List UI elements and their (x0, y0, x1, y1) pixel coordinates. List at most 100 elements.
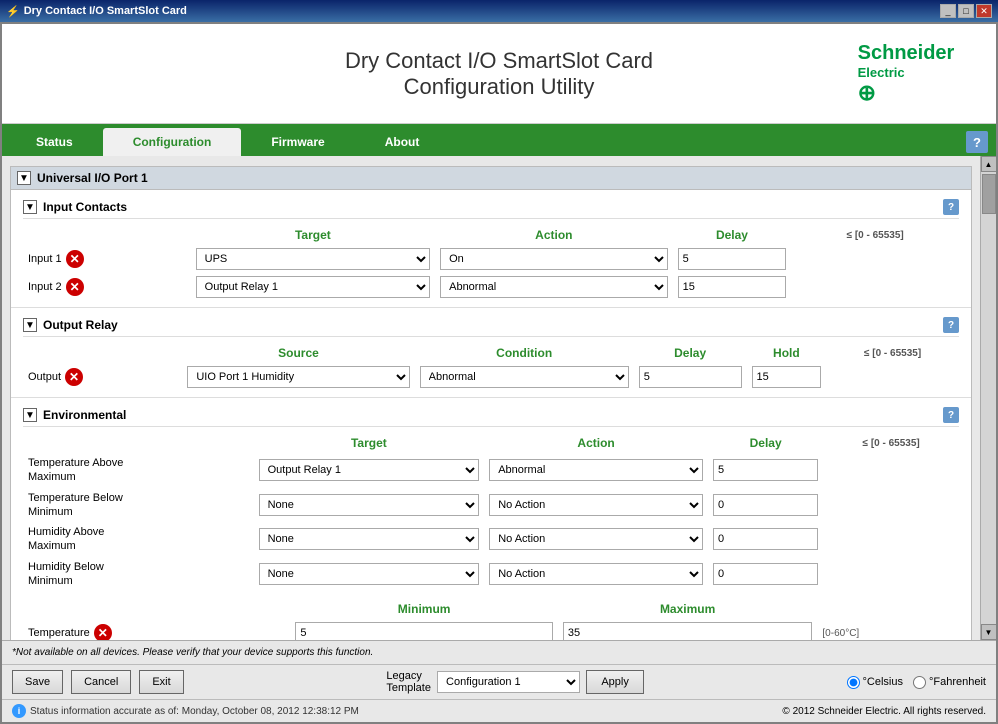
output-col-range: ≤ [0 - 65535] (826, 343, 959, 363)
status-info: i Status information accurate as of: Mon… (12, 704, 359, 718)
env-temp-above-label: Temperature AboveMaximum (23, 453, 254, 488)
input-contacts-header: ▼ Input Contacts ? (23, 196, 959, 219)
env-hum-below-row: Humidity BelowMinimum Output Relay 1 UPS… (23, 557, 959, 592)
info-icon: i (12, 704, 26, 718)
environmental-header: ▼ Environmental ? (23, 404, 959, 427)
app-title-line1: Dry Contact I/O SmartSlot Card (345, 48, 653, 73)
environmental-title: Environmental (43, 408, 126, 422)
output-col-empty (23, 343, 182, 363)
output-relay-help[interactable]: ? (943, 317, 959, 333)
app-icon: ⚡ (6, 5, 20, 18)
scrollbar-down-button[interactable]: ▼ (981, 624, 997, 640)
output-hold-field[interactable] (752, 366, 822, 388)
celsius-radio-label[interactable]: °Celsius (847, 676, 903, 689)
apply-button[interactable]: Apply (586, 670, 644, 694)
uio-collapse-button[interactable]: ▼ (17, 171, 31, 185)
celsius-label: °Celsius (863, 676, 903, 688)
celsius-radio[interactable] (847, 676, 860, 689)
env-hum-below-action[interactable]: Abnormal On Off No Action (489, 563, 703, 585)
input2-action-select[interactable]: On Off Abnormal No Action (440, 276, 667, 298)
scrollable-content: ▼ Universal I/O Port 1 ▼ Input Contacts … (2, 156, 980, 640)
maximize-button[interactable]: □ (958, 4, 974, 18)
tab-configuration[interactable]: Configuration (103, 128, 242, 156)
env-hum-above-delay[interactable] (713, 528, 818, 550)
output-error-icon[interactable]: ✕ (65, 368, 83, 386)
output-relay-table: Source Condition Delay Hold ≤ [0 - 65535… (23, 343, 959, 391)
input1-label: Input 1 (28, 253, 62, 265)
close-button[interactable]: ✕ (976, 4, 992, 18)
env-hum-above-label: Humidity AboveMaximum (23, 522, 254, 557)
input-contacts-help[interactable]: ? (943, 199, 959, 215)
logo-name: Schneider (858, 41, 955, 65)
env-hum-below-delay[interactable] (713, 563, 818, 585)
output-condition-select[interactable]: Abnormal Normal None (420, 366, 629, 388)
logo: Schneider Electric ⊕ (836, 44, 976, 104)
input-col-action: Action (435, 225, 672, 245)
env-temp-below-delay[interactable] (713, 494, 818, 516)
tab-status[interactable]: Status (6, 128, 103, 156)
environmental-help[interactable]: ? (943, 407, 959, 423)
tab-firmware[interactable]: Firmware (241, 128, 354, 156)
input1-row: Input 1 ✕ UPS Output Relay 1 Non (23, 245, 959, 273)
action-bar: Save Cancel Exit Legacy Template Configu… (2, 664, 996, 699)
minimize-button[interactable]: _ (940, 4, 956, 18)
fahrenheit-radio[interactable] (913, 676, 926, 689)
input-col-range: ≤ [0 - 65535] (791, 225, 959, 245)
output-col-source: Source (182, 343, 414, 363)
input-col-target: Target (191, 225, 435, 245)
env-temp-below-label: Temperature BelowMinimum (23, 488, 254, 523)
scrollbar-thumb[interactable] (982, 174, 996, 214)
window-controls[interactable]: _ □ ✕ (940, 4, 992, 18)
env-hum-above-action[interactable]: Abnormal On Off No Action (489, 528, 703, 550)
input-contacts-title: Input Contacts (43, 200, 127, 214)
footer: i Status information accurate as of: Mon… (2, 699, 996, 722)
input1-action-select[interactable]: On Off Abnormal No Action (440, 248, 667, 270)
input2-delay-field[interactable] (678, 276, 787, 298)
exit-button[interactable]: Exit (139, 670, 183, 694)
temp-max-field[interactable] (563, 622, 813, 640)
environmental-table: Target Action Delay ≤ [0 - 65535] Temper… (23, 433, 959, 591)
input-contacts-table: Target Action Delay ≤ [0 - 65535] (23, 225, 959, 301)
legacy-template-group: Legacy Template Configuration 1 Configur… (386, 670, 644, 694)
scrollbar[interactable]: ▲ ▼ (980, 156, 996, 640)
fahrenheit-radio-label[interactable]: °Fahrenheit (913, 676, 986, 689)
scrollbar-up-button[interactable]: ▲ (981, 156, 997, 172)
temp-error-icon[interactable]: ✕ (94, 624, 112, 640)
output-source-select[interactable]: UIO Port 1 Humidity UIO Port 1 Temperatu… (187, 366, 409, 388)
output-delay-field[interactable] (639, 366, 742, 388)
env-temp-below-row: Temperature BelowMinimum Output Relay 1 … (23, 488, 959, 523)
input-col-empty (23, 225, 191, 245)
minmax-col-empty (23, 599, 290, 619)
input2-error-icon[interactable]: ✕ (66, 278, 84, 296)
env-temp-above-delay[interactable] (713, 459, 818, 481)
env-hum-above-target[interactable]: Output Relay 1 UPS None (259, 528, 480, 550)
save-button[interactable]: Save (12, 670, 63, 694)
env-hum-below-target[interactable]: Output Relay 1 UPS None (259, 563, 480, 585)
input1-target-select[interactable]: UPS Output Relay 1 None (196, 248, 430, 270)
tab-about[interactable]: About (355, 128, 450, 156)
nav-help-button[interactable]: ? (966, 131, 988, 153)
output-col-hold: Hold (747, 343, 827, 363)
header-title: Dry Contact I/O SmartSlot Card Configura… (162, 48, 836, 100)
window-title: Dry Contact I/O SmartSlot Card (24, 5, 187, 17)
legacy-label: Legacy Template (386, 670, 431, 694)
environmental-collapse[interactable]: ▼ (23, 408, 37, 422)
cancel-button[interactable]: Cancel (71, 670, 131, 694)
env-col-empty (23, 433, 254, 453)
env-temp-below-action[interactable]: Abnormal On Off No Action (489, 494, 703, 516)
minmax-section: Minimum Maximum (23, 599, 959, 640)
env-temp-below-target[interactable]: Output Relay 1 UPS None (259, 494, 480, 516)
input1-error-icon[interactable]: ✕ (66, 250, 84, 268)
logo-icon: ⊕ (858, 80, 955, 106)
env-temp-above-action[interactable]: Abnormal On Off No Action (489, 459, 703, 481)
output-relay-collapse[interactable]: ▼ (23, 318, 37, 332)
env-temp-above-target[interactable]: Output Relay 1 UPS None (259, 459, 480, 481)
temp-label: Temperature (28, 627, 90, 639)
input2-target-select[interactable]: UPS Output Relay 1 None (196, 276, 430, 298)
input1-delay-field[interactable] (678, 248, 787, 270)
temp-min-field[interactable] (295, 622, 552, 640)
output-col-condition: Condition (415, 343, 634, 363)
input-contacts-collapse[interactable]: ▼ (23, 200, 37, 214)
copyright-text: © 2012 Schneider Electric. All rights re… (782, 706, 986, 717)
legacy-template-select[interactable]: Configuration 1 Configuration 2 (437, 671, 580, 693)
